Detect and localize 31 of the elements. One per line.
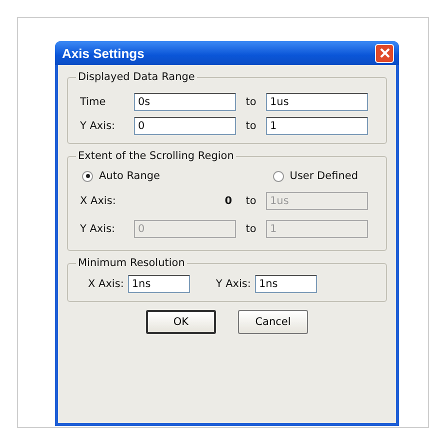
input-field[interactable]: 1ns bbox=[254, 275, 317, 293]
dialog-button[interactable]: OK bbox=[146, 310, 216, 334]
field-label: X Axis: bbox=[88, 278, 124, 290]
input-field[interactable]: 0 bbox=[134, 117, 236, 135]
input-field[interactable]: 0s bbox=[134, 93, 236, 111]
group-title: Displayed Data Range bbox=[77, 71, 196, 83]
to-label: to bbox=[244, 120, 258, 132]
value-text: 0 bbox=[224, 195, 232, 207]
to-label: to bbox=[244, 195, 258, 207]
window-title: Axis Settings bbox=[62, 46, 144, 60]
radio-button[interactable] bbox=[272, 170, 284, 182]
close-icon bbox=[378, 47, 390, 59]
radio-option[interactable]: Auto Range bbox=[82, 170, 160, 182]
field-label: Y Axis: bbox=[80, 223, 116, 235]
radio-option[interactable]: User Defined bbox=[272, 170, 358, 182]
radio-button[interactable] bbox=[82, 170, 93, 182]
field-label: Y Axis: bbox=[216, 278, 251, 290]
field-label: Time bbox=[80, 96, 107, 108]
input-field[interactable]: 1ns bbox=[128, 275, 190, 293]
radio-label: User Defined bbox=[290, 170, 358, 182]
to-label: to bbox=[244, 96, 258, 108]
input-field[interactable]: 1us bbox=[266, 93, 368, 111]
to-label: to bbox=[244, 223, 258, 235]
group-title: Minimum Resolution bbox=[77, 257, 186, 269]
dialog-button[interactable]: Cancel bbox=[238, 310, 308, 334]
field-label: X Axis: bbox=[80, 195, 117, 207]
radio-label: Auto Range bbox=[99, 170, 160, 182]
field-label: Y Axis: bbox=[80, 120, 116, 132]
group-title: Extent of the Scrolling Region bbox=[77, 150, 235, 162]
close-button[interactable] bbox=[375, 44, 394, 62]
input-field[interactable]: 1 bbox=[266, 117, 368, 135]
